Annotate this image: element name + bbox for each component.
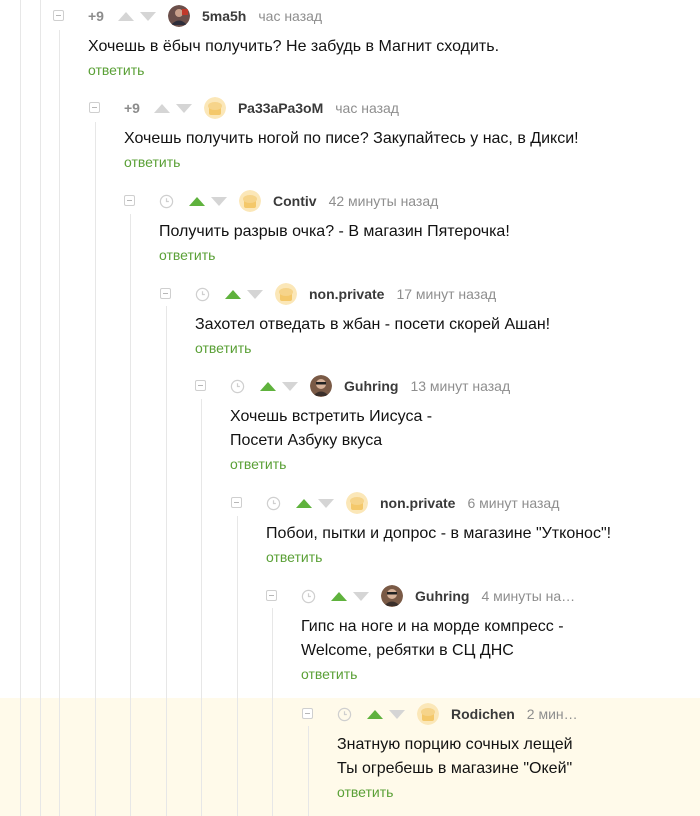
comment-time[interactable]: 2 мин… (527, 706, 578, 722)
comment: non.private 17 минут назад Захотел отвед… (160, 281, 551, 358)
comment: Rodichen 2 мин… Знатную порцию сочных ле… (302, 701, 578, 802)
rating-value: +9 (88, 8, 104, 24)
thread-line[interactable] (237, 516, 238, 816)
comment: Guhring 4 минуты на… Гипс на ноге и на м… (266, 583, 575, 684)
photo-avatar-icon[interactable] (310, 375, 332, 397)
comment-text: Хочешь встретить Иисуса - Посети Азбуку … (230, 408, 433, 449)
reply-button[interactable]: ответить (124, 154, 180, 170)
comment-author[interactable]: non.private (380, 495, 455, 511)
downvote-icon[interactable] (353, 591, 369, 601)
comment-text: Гипс на ноге и на морде компресс - Welco… (301, 618, 564, 659)
comment-author[interactable]: Rodichen (451, 706, 515, 722)
comment-time[interactable]: 6 минут назад (467, 495, 559, 511)
comment: Guhring 13 минут назад Хочешь встретить … (195, 373, 510, 474)
upvote-icon[interactable] (296, 498, 312, 508)
collapse-button[interactable] (53, 10, 64, 21)
thread-line[interactable] (20, 0, 21, 816)
reply-button[interactable]: ответить (266, 549, 322, 565)
comment-author[interactable]: Guhring (344, 378, 398, 394)
comment-time[interactable]: 17 минут назад (396, 286, 496, 302)
comment: +9 Ра33аРа3оМ час назад Хочешь получить … (89, 95, 579, 172)
clock-icon[interactable] (266, 496, 281, 511)
clock-icon[interactable] (195, 287, 210, 302)
comment-text: Хочешь получить ногой по писе? Закупайте… (124, 130, 579, 147)
comment-time[interactable]: 4 минуты на… (481, 588, 575, 604)
downvote-icon[interactable] (140, 11, 156, 21)
thread-line[interactable] (95, 122, 96, 816)
reply-button[interactable]: ответить (301, 666, 357, 682)
thread-line[interactable] (201, 399, 202, 816)
comment-text: Знатную порцию сочных лещей Ты огребешь … (337, 736, 573, 777)
collapse-button[interactable] (302, 708, 313, 719)
collapse-button[interactable] (195, 380, 206, 391)
comment-author[interactable]: Contiv (273, 193, 317, 209)
thread-line[interactable] (272, 608, 273, 816)
collapse-button[interactable] (266, 590, 277, 601)
collapse-button[interactable] (231, 497, 242, 508)
comment: +9 5ma5h час назад Хочешь в ёбыч получит… (53, 3, 500, 80)
comment-time[interactable]: 13 минут назад (410, 378, 510, 394)
reply-button[interactable]: ответить (337, 784, 393, 800)
clock-icon[interactable] (159, 194, 174, 209)
reply-button[interactable]: ответить (195, 340, 251, 356)
downvote-icon[interactable] (282, 381, 298, 391)
downvote-icon[interactable] (211, 196, 227, 206)
comment-text: Хочешь в ёбыч получить? Не забудь в Магн… (88, 38, 500, 55)
comment-author[interactable]: non.private (309, 286, 384, 302)
upvote-icon[interactable] (154, 103, 170, 113)
comment-text: Захотел отведать в жбан - посети скорей … (195, 316, 551, 333)
clock-icon[interactable] (230, 379, 245, 394)
upvote-icon[interactable] (118, 11, 134, 21)
default-bread-avatar-icon[interactable] (239, 190, 261, 212)
reply-button[interactable]: ответить (88, 62, 144, 78)
comment-time[interactable]: час назад (335, 100, 399, 116)
downvote-icon[interactable] (247, 289, 263, 299)
downvote-icon[interactable] (389, 709, 405, 719)
clock-icon[interactable] (337, 707, 352, 722)
upvote-icon[interactable] (331, 591, 347, 601)
clock-icon[interactable] (301, 589, 316, 604)
default-bread-avatar-icon[interactable] (417, 703, 439, 725)
default-bread-avatar-icon[interactable] (346, 492, 368, 514)
upvote-icon[interactable] (260, 381, 276, 391)
collapse-button[interactable] (89, 102, 100, 113)
default-bread-avatar-icon[interactable] (275, 283, 297, 305)
downvote-icon[interactable] (318, 498, 334, 508)
comment-author[interactable]: 5ma5h (202, 8, 246, 24)
default-bread-avatar-icon[interactable] (204, 97, 226, 119)
downvote-icon[interactable] (176, 103, 192, 113)
photo-avatar-icon[interactable] (168, 5, 190, 27)
thread-line[interactable] (130, 214, 131, 816)
reply-button[interactable]: ответить (230, 456, 286, 472)
comment-time[interactable]: 42 минуты назад (329, 193, 439, 209)
upvote-icon[interactable] (367, 709, 383, 719)
thread-line[interactable] (308, 726, 309, 816)
comment-author[interactable]: Guhring (415, 588, 469, 604)
comment-author[interactable]: Ра33аРа3оМ (238, 100, 323, 116)
upvote-icon[interactable] (189, 196, 205, 206)
comment: non.private 6 минут назад Побои, пытки и… (231, 490, 612, 567)
comment-time[interactable]: час назад (258, 8, 322, 24)
thread-line[interactable] (40, 0, 41, 816)
reply-button[interactable]: ответить (159, 247, 215, 263)
upvote-icon[interactable] (225, 289, 241, 299)
comment-text: Побои, пытки и допрос - в магазине "Утко… (266, 525, 612, 542)
rating-value: +9 (124, 100, 140, 116)
photo-avatar-icon[interactable] (381, 585, 403, 607)
comment: Contiv 42 минуты назад Получить разрыв о… (124, 188, 510, 265)
thread-line[interactable] (166, 306, 167, 816)
collapse-button[interactable] (160, 288, 171, 299)
thread-line[interactable] (59, 30, 60, 816)
comment-text: Получить разрыв очка? - В магазин Пятеро… (159, 223, 510, 240)
collapse-button[interactable] (124, 195, 135, 206)
